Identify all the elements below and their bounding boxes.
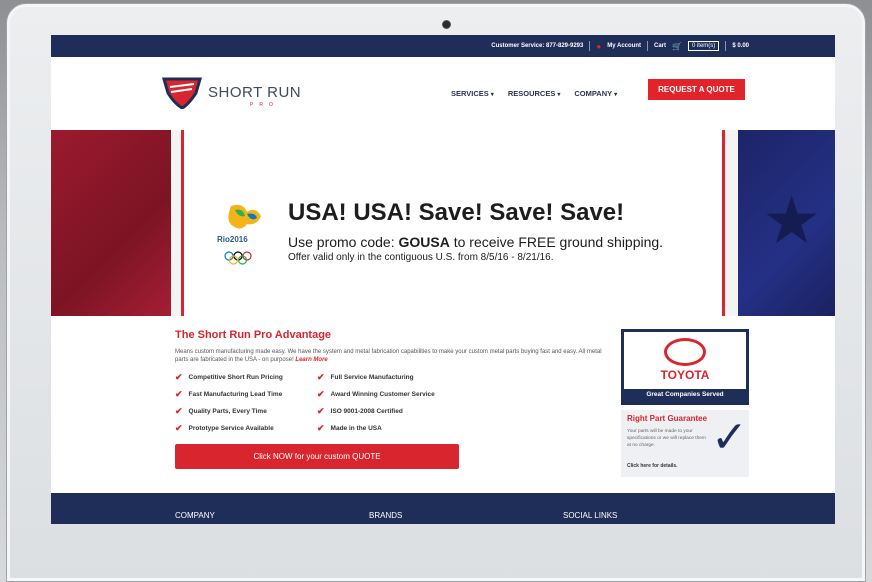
cart-total[interactable]: $ 0.00	[732, 43, 749, 49]
footer-brands-heading: BRANDS	[369, 511, 403, 520]
website-screen: Customer Service: 877-829-9293 ● My Acco…	[51, 35, 835, 524]
site-header: SHORT RUN PRO SERVICES ▾ RESOURCES ▾ COMPA…	[51, 57, 835, 128]
cart-items-count[interactable]: 0 item(s)	[687, 41, 720, 51]
rio-olympics-logo: Rio2016	[217, 202, 269, 266]
divider	[725, 41, 727, 51]
logo-shield-icon	[162, 77, 202, 110]
check-icon: ✔	[317, 406, 325, 416]
toyota-badge[interactable]: TOYOTA Great Companies Served	[621, 329, 749, 405]
promo-code: GOUSA	[398, 234, 450, 250]
guarantee-details-link[interactable]: Click here for details.	[627, 463, 678, 469]
guarantee-box[interactable]: Right Part Guarantee Your parts will be …	[621, 410, 749, 477]
toyota-caption: Great Companies Served	[646, 391, 724, 398]
guarantee-text: Your parts will be made to your specific…	[627, 429, 706, 448]
learn-more-link[interactable]: Learn More	[295, 357, 327, 363]
footer-social-heading: SOCIAL LINKS	[563, 511, 618, 520]
hero-blue-panel: ★	[738, 130, 835, 316]
feature-item: ✔ Made in the USA	[317, 423, 382, 433]
check-icon: ✔	[175, 406, 183, 416]
guarantee-title: Right Part Guarantee	[627, 414, 708, 423]
nav-services[interactable]: SERVICES ▾	[451, 89, 494, 98]
checkmark-icon: ✓	[711, 413, 748, 462]
nav-company[interactable]: COMPANY ▾	[574, 89, 617, 98]
feature-item: ✔ Prototype Service Available	[175, 423, 274, 433]
chevron-down-icon: ▾	[490, 92, 494, 98]
divider	[646, 41, 648, 51]
site-logo[interactable]: SHORT RUN PRO	[162, 75, 322, 110]
advantage-section: The Short Run Pro Advantage Means custom…	[51, 317, 835, 493]
footer-company-heading: COMPANY	[175, 511, 215, 520]
rio-text: Rio2016	[217, 235, 248, 244]
feature-item: ✔ Fast Manufacturing Lead Time	[175, 389, 283, 399]
toyota-emblem-icon	[664, 338, 706, 366]
feature-item: ✔ Quality Parts, Every Time	[175, 406, 267, 416]
cart-link[interactable]: Cart	[654, 43, 666, 49]
request-quote-button[interactable]: REQUEST A QUOTE	[648, 79, 745, 100]
cart-icon[interactable]: 🛒	[672, 42, 682, 51]
advantage-description: Means custom manufacturing made easy. We…	[175, 349, 602, 363]
check-icon: ✔	[175, 423, 183, 433]
check-icon: ✔	[175, 372, 183, 382]
advantage-title: The Short Run Pro Advantage	[175, 329, 332, 341]
my-account-link[interactable]: My Account	[607, 43, 641, 49]
chevron-down-icon: ▾	[614, 92, 618, 98]
divider	[589, 41, 591, 51]
site-footer: COMPANY BRANDS SOCIAL LINKS	[51, 493, 835, 524]
check-icon: ✔	[317, 389, 325, 399]
top-utility-bar: Customer Service: 877-829-9293 ● My Acco…	[51, 35, 835, 57]
promo-card[interactable]: Rio2016 USA! USA! Save! Save! Save! Use …	[181, 130, 725, 316]
logo-text: SHORT RUN	[208, 84, 302, 101]
star-icon: ★	[762, 183, 822, 257]
check-icon: ✔	[317, 372, 325, 382]
toyota-logo-panel: TOYOTA	[624, 332, 746, 389]
offer-terms: Offer valid only in the contiguous U.S. …	[288, 252, 554, 263]
customer-service-text: Customer Service: 877-829-9293	[491, 43, 584, 49]
user-icon: ●	[596, 41, 602, 51]
hero-banner: ★ Rio2016 USA! USA! Save! Save! Save! Us…	[51, 130, 835, 316]
logo-subtext: PRO	[250, 102, 279, 108]
webcam	[442, 20, 451, 29]
custom-quote-button[interactable]: Click NOW for your custom QUOTE	[175, 444, 459, 469]
feature-item: ✔ Full Service Manufacturing	[317, 372, 414, 382]
hero-headline: USA! USA! Save! Save! Save!	[288, 199, 625, 226]
feature-item: ✔ Award Winning Customer Service	[317, 389, 435, 399]
chevron-down-icon: ▾	[557, 92, 561, 98]
hero-red-panel	[51, 130, 171, 316]
check-icon: ✔	[317, 423, 325, 433]
nav-resources[interactable]: RESOURCES ▾	[508, 89, 561, 98]
feature-item: ✔ ISO 9001-2008 Certified	[317, 406, 403, 416]
toyota-wordmark: TOYOTA	[660, 368, 710, 382]
main-nav: SERVICES ▾ RESOURCES ▾ COMPANY ▾	[451, 89, 617, 98]
feature-item: ✔ Competitive Short Run Pricing	[175, 372, 283, 382]
promo-line: Use promo code: GOUSA to receive FREE gr…	[288, 234, 664, 250]
check-icon: ✔	[175, 389, 183, 399]
